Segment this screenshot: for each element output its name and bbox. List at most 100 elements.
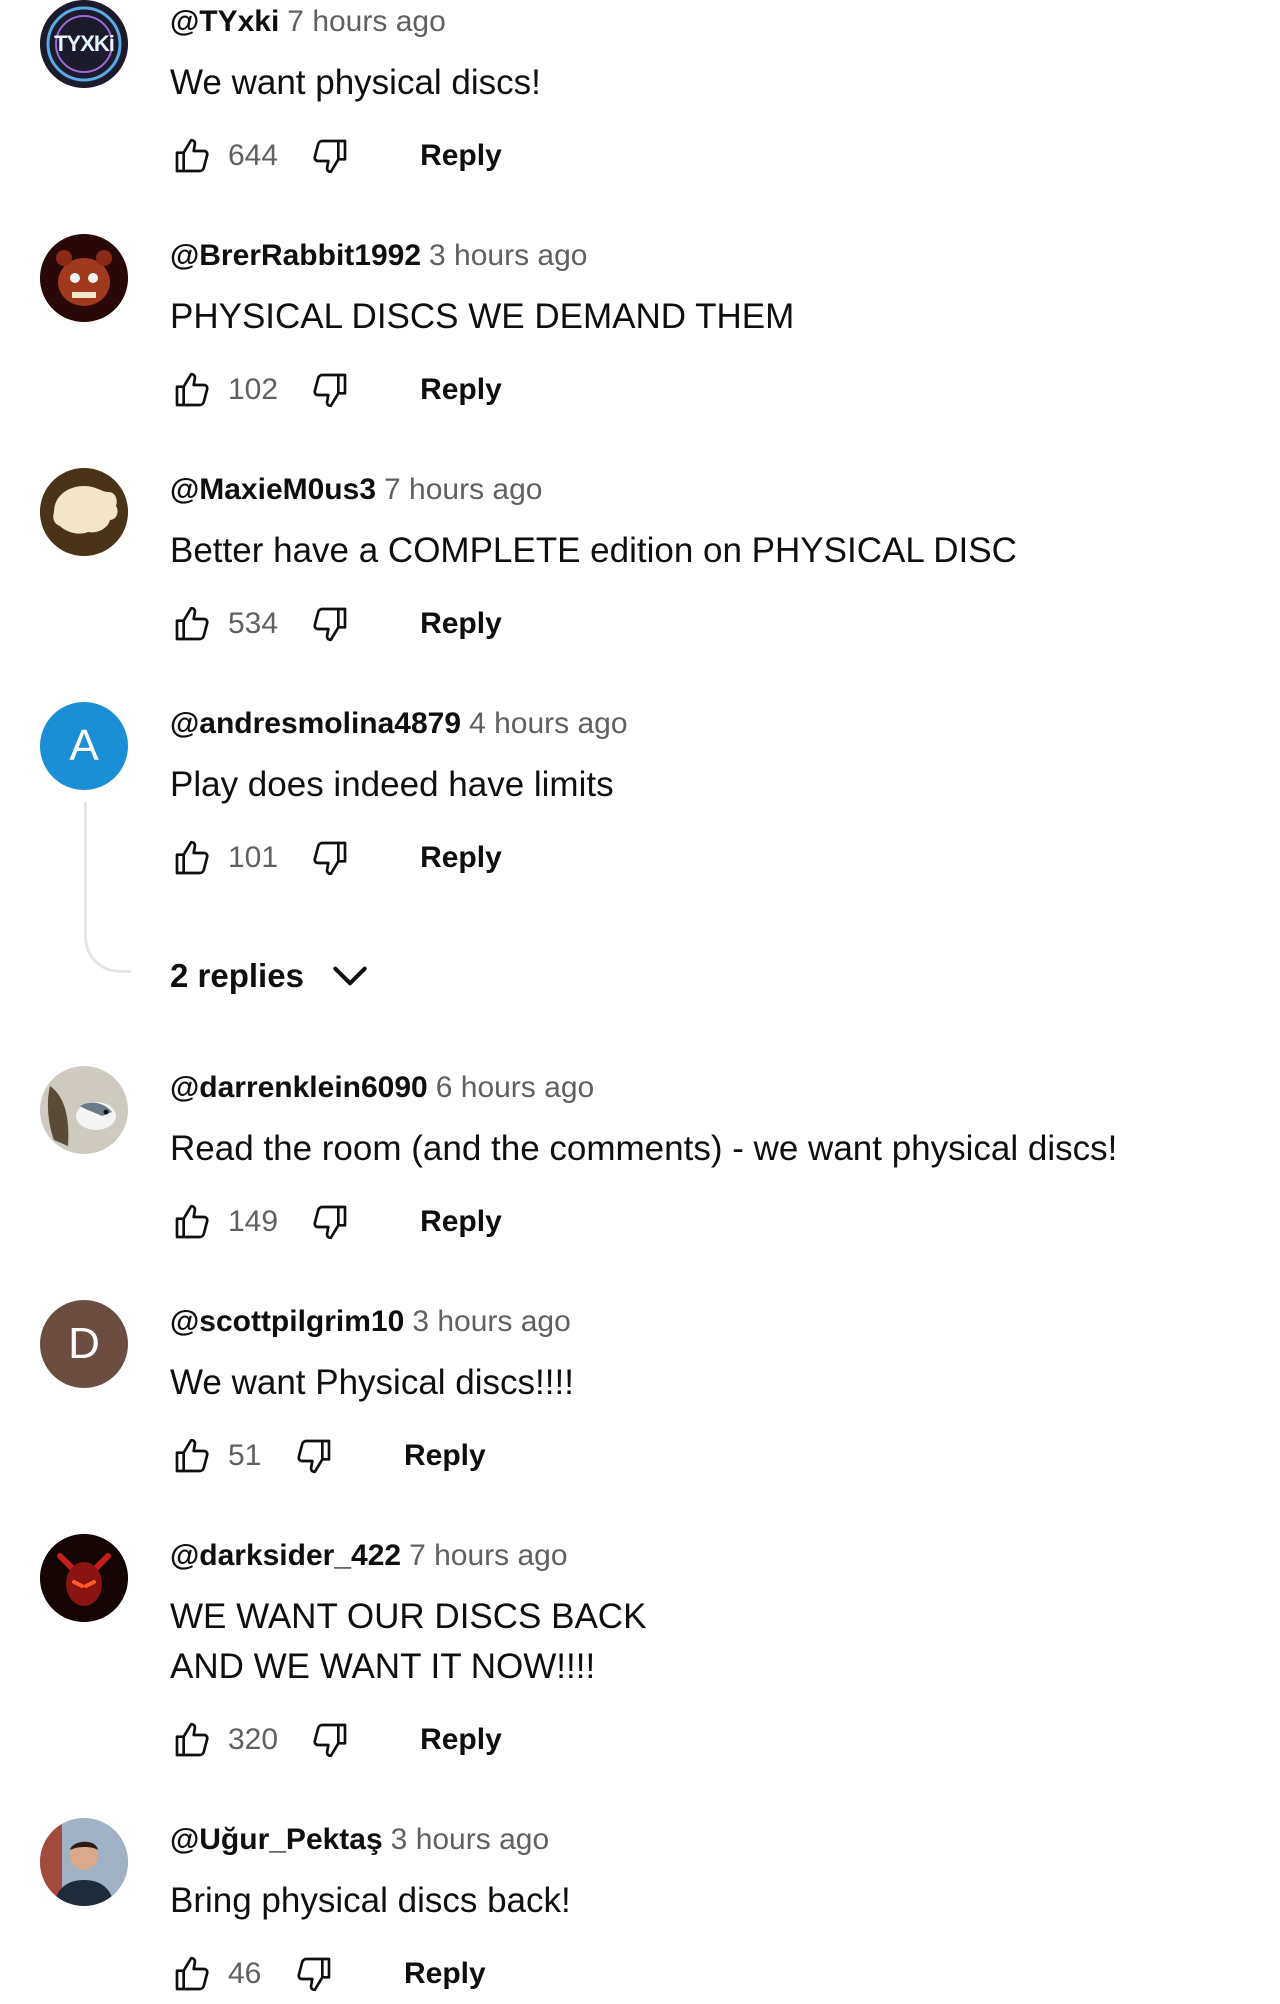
author-name[interactable]: @BrerRabbit1992 [170, 239, 421, 272]
like-button[interactable] [170, 1434, 214, 1478]
reply-button[interactable]: Reply [404, 1957, 486, 1991]
replies-count-label: 2 replies [170, 957, 304, 994]
like-count: 149 [228, 1205, 279, 1238]
avatar[interactable] [40, 1534, 128, 1622]
thumbs-up-icon [172, 604, 212, 644]
thumbs-up-icon [172, 1720, 212, 1760]
comment-text: Bring physical discs back! [170, 1881, 571, 1920]
thumbs-up-icon [172, 838, 212, 878]
reply-button[interactable]: Reply [420, 607, 502, 641]
reply-button[interactable]: Reply [420, 1723, 502, 1757]
comment-actions: 534 Reply [170, 594, 502, 654]
comment-header: @andresmolina4879 4 hours ago [170, 704, 628, 744]
like-button[interactable] [170, 1952, 214, 1996]
comment-header: @scottpilgrim10 3 hours ago [170, 1302, 571, 1342]
like-button[interactable] [170, 602, 214, 646]
avatar[interactable]: A [40, 702, 128, 790]
thumbs-up-icon [172, 1202, 212, 1242]
comment-header: @Uğur_Pektaş 3 hours ago [170, 1820, 549, 1860]
thumbs-down-icon [310, 604, 350, 644]
timestamp[interactable]: 3 hours ago [412, 1305, 570, 1338]
comment-header: @BrerRabbit1992 3 hours ago [170, 236, 587, 276]
comment-actions: 46 Reply [170, 1944, 486, 2004]
dislike-button[interactable] [308, 1718, 352, 1762]
chevron-down-icon [333, 966, 367, 986]
thumbs-up-icon [172, 1954, 212, 1994]
like-button[interactable] [170, 1718, 214, 1762]
timestamp[interactable]: 3 hours ago [429, 239, 587, 272]
avatar[interactable]: TYXKi [40, 0, 128, 88]
author-name[interactable]: @darksider_422 [170, 1539, 401, 1572]
comment-text: WE WANT OUR DISCS BACK AND WE WANT IT NO… [170, 1597, 647, 1686]
author-name[interactable]: @TYxki [170, 5, 279, 38]
like-button[interactable] [170, 368, 214, 412]
reply-button[interactable]: Reply [420, 841, 502, 875]
like-button[interactable] [170, 836, 214, 880]
comment-header: @MaxieM0us3 7 hours ago [170, 470, 542, 510]
avatar-image [40, 468, 128, 556]
timestamp[interactable]: 4 hours ago [469, 707, 627, 740]
reply-button[interactable]: Reply [420, 373, 502, 407]
avatar[interactable] [40, 1066, 128, 1154]
thumbs-up-icon [172, 370, 212, 410]
comment-text: Better have a COMPLETE edition on PHYSIC… [170, 531, 1017, 570]
like-button[interactable] [170, 134, 214, 178]
avatar[interactable] [40, 234, 128, 322]
like-count: 644 [228, 139, 279, 172]
comment-actions: 51 Reply [170, 1426, 486, 1486]
like-count: 46 [228, 1957, 262, 1990]
view-replies-button[interactable]: 2 replies [170, 954, 372, 998]
author-name[interactable]: @scottpilgrim10 [170, 1305, 404, 1338]
like-count: 534 [228, 607, 279, 640]
dislike-button[interactable] [308, 836, 352, 880]
dislike-button[interactable] [308, 602, 352, 646]
avatar-letter: A [69, 721, 99, 770]
timestamp[interactable]: 7 hours ago [287, 5, 445, 38]
timestamp[interactable]: 3 hours ago [391, 1823, 549, 1856]
avatar[interactable] [40, 468, 128, 556]
reply-button[interactable]: Reply [420, 139, 502, 173]
comment-text: We want physical discs! [170, 63, 541, 102]
avatar[interactable]: D [40, 1300, 128, 1388]
timestamp[interactable]: 7 hours ago [409, 1539, 567, 1572]
thumbs-down-icon [310, 1720, 350, 1760]
dislike-button[interactable] [308, 368, 352, 412]
like-count: 51 [228, 1439, 262, 1472]
thumbs-down-icon [310, 370, 350, 410]
timestamp[interactable]: 6 hours ago [436, 1071, 594, 1104]
comment-actions: 102 Reply [170, 360, 502, 420]
reply-button[interactable]: Reply [420, 1205, 502, 1239]
comment-header: @TYxki 7 hours ago [170, 2, 446, 42]
author-name[interactable]: @MaxieM0us3 [170, 473, 376, 506]
thumbs-up-icon [172, 136, 212, 176]
thumbs-down-icon [294, 1954, 334, 1994]
like-count: 101 [228, 841, 279, 874]
avatar-image [40, 1066, 128, 1154]
like-button[interactable] [170, 1200, 214, 1244]
author-name[interactable]: @andresmolina4879 [170, 707, 461, 740]
author-name[interactable]: @darrenklein6090 [170, 1071, 428, 1104]
thumbs-down-icon [310, 136, 350, 176]
reply-button[interactable]: Reply [404, 1439, 486, 1473]
dislike-button[interactable] [308, 1200, 352, 1244]
author-name[interactable]: @Uğur_Pektaş [170, 1823, 383, 1856]
comment-header: @darrenklein6090 6 hours ago [170, 1068, 594, 1108]
thumbs-down-icon [294, 1436, 334, 1476]
avatar-letter: D [68, 1319, 100, 1368]
comment-actions: 644 Reply [170, 126, 502, 186]
dislike-button[interactable] [292, 1434, 336, 1478]
thumbs-down-icon [310, 838, 350, 878]
comment-text: Play does indeed have limits [170, 765, 614, 804]
avatar-image [40, 1534, 128, 1622]
dislike-button[interactable] [292, 1952, 336, 1996]
avatar-logo-text: TYXKi [54, 31, 115, 56]
like-count: 102 [228, 373, 279, 406]
comment-text: Read the room (and the comments) - we wa… [170, 1129, 1118, 1168]
comment-actions: 320 Reply [170, 1710, 502, 1770]
thumbs-up-icon [172, 1436, 212, 1476]
avatar-image [40, 1818, 128, 1906]
comment-text: We want Physical discs!!!! [170, 1363, 574, 1402]
dislike-button[interactable] [308, 134, 352, 178]
avatar[interactable] [40, 1818, 128, 1906]
timestamp[interactable]: 7 hours ago [384, 473, 542, 506]
